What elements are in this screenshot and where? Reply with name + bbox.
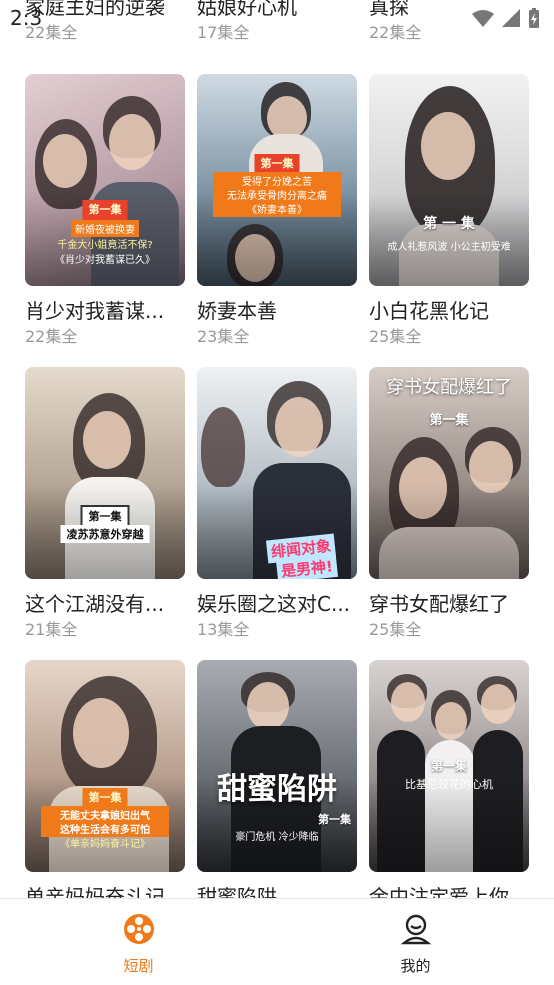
drama-card[interactable]: 第一集 比基尼较花的心机 余中注定爱上你 (369, 660, 529, 898)
drama-poster[interactable]: 第一集 受得了分娩之苦 无法承受骨肉分离之痛 《娇妻本善》 (197, 74, 357, 286)
drama-poster[interactable]: 第一集 凌苏苏意外穿越 (25, 367, 185, 579)
tab-label: 我的 (400, 957, 431, 975)
episode-badge: 第一集 (82, 200, 128, 220)
drama-poster[interactable]: 绯闻对象 是男神! (197, 367, 357, 579)
episode-count: 25集全 (369, 620, 422, 639)
poster-tagline: 成人礼惹风波 小公主初受难 (387, 242, 511, 253)
status-time: 2:3 (10, 6, 43, 30)
episode-count: 25集全 (369, 327, 422, 346)
episode-badge: 第一集 (430, 759, 468, 773)
cellular-signal-icon (502, 9, 520, 27)
drama-poster[interactable]: 第 一 集 成人礼惹风波 小公主初受难 (369, 74, 529, 286)
episode-badge: 第一集 (429, 413, 469, 428)
drama-title: 肖少对我蓄谋... (25, 299, 165, 323)
film-reel-icon (123, 913, 155, 949)
drama-title: 这个江湖没有... (25, 592, 165, 616)
episode-count: 23集全 (197, 327, 250, 346)
drama-title: 甜蜜陷阱 (197, 885, 277, 898)
status-bar: 2:3 (0, 0, 554, 36)
drama-card[interactable]: 第一集 受得了分娩之苦 无法承受骨肉分离之痛 《娇妻本善》 娇妻本善 23集全 (197, 74, 357, 348)
drama-title: 娱乐圈之这对C... (197, 592, 351, 616)
drama-poster[interactable]: 甜蜜陷阱 第一集 豪门危机 冷少降临 (197, 660, 357, 872)
episode-badge: 第一集 (254, 154, 300, 174)
drama-poster[interactable]: 第一集 无能丈夫拿娘妇出气 这种生活会有多可怕 《单亲妈妈奋斗记》 (25, 660, 185, 872)
drama-poster[interactable]: 穿书女配爆红了 第一集 (369, 367, 529, 579)
drama-card[interactable]: 第 一 集 成人礼惹风波 小公主初受难 小白花黑化记 25集全 (369, 74, 529, 348)
user-icon (400, 913, 432, 949)
episode-count: 21集全 (25, 620, 78, 639)
drama-card[interactable]: 甜蜜陷阱 第一集 豪门危机 冷少降临 甜蜜陷阱 (197, 660, 357, 898)
drama-grid: 家庭主妇的逆袭 22集全 姑娘好心机 17集全 真探 22集全 第一集 新婚夜被… (0, 0, 554, 898)
poster-tagline: 豪门危机 冷少降临 (235, 832, 319, 843)
poster-tagline: 千金大小姐竟活不保? (57, 240, 153, 251)
poster-tagline: 甜蜜陷阱 (217, 772, 337, 807)
episode-count: 13集全 (197, 620, 250, 639)
bottom-tab-bar: 短剧 我的 (0, 898, 554, 985)
drama-poster[interactable]: 第一集 新婚夜被换妻 千金大小姐竟活不保? 《肖少对我蓄谋已久》 (25, 74, 185, 286)
poster-tagline: 穿书女配爆红了 (386, 377, 512, 398)
episode-badge: 第一集 (82, 788, 128, 808)
poster-tagline: 凌苏苏意外穿越 (60, 525, 150, 543)
poster-tagline: 《娇妻本善》 (213, 200, 341, 217)
tab-short-drama[interactable]: 短剧 (0, 899, 277, 985)
drama-card[interactable]: 第一集 凌苏苏意外穿越 这个江湖没有... 21集全 (25, 367, 185, 641)
wifi-icon (472, 9, 494, 27)
poster-tagline: 比基尼较花的心机 (405, 778, 493, 791)
battery-charging-icon (528, 8, 540, 28)
episode-badge: 第 一 集 (423, 216, 475, 232)
drama-title: 单亲妈妈奋斗记 (25, 885, 165, 898)
poster-tagline: 《单亲妈妈奋斗记》 (60, 839, 150, 850)
drama-card[interactable]: 第一集 新婚夜被换妻 千金大小姐竟活不保? 《肖少对我蓄谋已久》 肖少对我蓄谋.… (25, 74, 185, 348)
poster-tagline: 《肖少对我蓄谋已久》 (55, 255, 155, 266)
tab-mine[interactable]: 我的 (277, 899, 554, 985)
drama-card[interactable]: 绯闻对象 是男神! 娱乐圈之这对C... 13集全 (197, 367, 357, 641)
drama-title: 余中注定爱上你 (369, 885, 509, 898)
tab-label: 短剧 (123, 957, 154, 975)
drama-title: 穿书女配爆红了 (369, 592, 509, 616)
drama-card[interactable]: 第一集 无能丈夫拿娘妇出气 这种生活会有多可怕 《单亲妈妈奋斗记》 单亲妈妈奋斗… (25, 660, 185, 898)
drama-card[interactable]: 穿书女配爆红了 第一集 穿书女配爆红了 25集全 (369, 367, 529, 641)
drama-title: 娇妻本善 (197, 299, 277, 323)
episode-count: 22集全 (25, 327, 78, 346)
poster-tagline: 新婚夜被换妻 (71, 220, 139, 237)
drama-poster[interactable]: 第一集 比基尼较花的心机 (369, 660, 529, 872)
drama-title: 小白花黑化记 (369, 299, 489, 323)
episode-badge: 第一集 (318, 813, 351, 826)
